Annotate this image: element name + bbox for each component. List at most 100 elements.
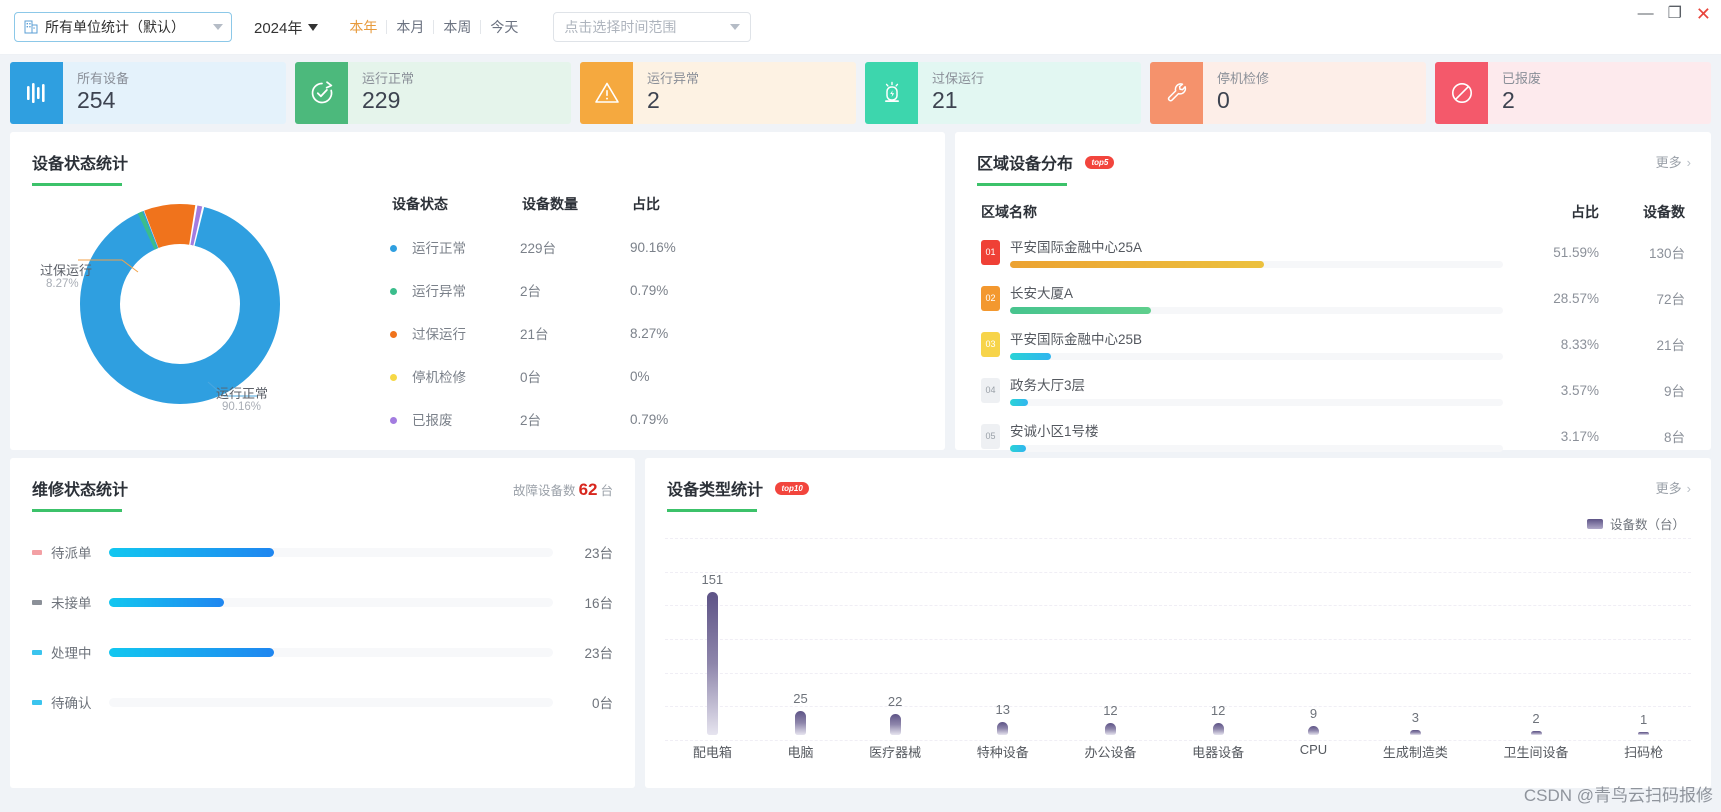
stat-card-all-devices[interactable]: 所有设备 254 bbox=[10, 62, 286, 124]
status-pct: 0% bbox=[630, 368, 650, 384]
stat-card-value: 2 bbox=[647, 87, 660, 113]
bar-shape bbox=[1212, 723, 1224, 735]
list-item: 待派单 23台 bbox=[10, 542, 635, 562]
rank-badge: 03 bbox=[981, 331, 1000, 357]
legend-dot-icon bbox=[390, 373, 397, 381]
status-pct: 90.16% bbox=[630, 239, 676, 255]
region-name: 平安国际金融中心25B bbox=[1010, 332, 1143, 347]
maintenance-value: 0台 bbox=[591, 696, 613, 711]
status-label: 运行正常 bbox=[412, 241, 466, 256]
unit-select-label: 所有单位统计（默认） bbox=[45, 19, 185, 35]
region-count: 72台 bbox=[1656, 292, 1685, 307]
status-count: 21台 bbox=[520, 327, 549, 342]
chevron-right-icon: › bbox=[1686, 481, 1691, 496]
range-tab-today[interactable]: 今天 bbox=[481, 20, 527, 34]
bar-category: 电器设备 bbox=[1192, 745, 1245, 760]
bar-value: 12 bbox=[1210, 703, 1226, 718]
bar-category: 生成制造类 bbox=[1382, 745, 1448, 760]
year-selector[interactable]: 2024年 bbox=[254, 17, 319, 38]
progress-track bbox=[109, 597, 553, 607]
bar-shape bbox=[997, 722, 1009, 735]
year-label: 2024年 bbox=[254, 19, 303, 37]
legend-dot-icon bbox=[390, 287, 397, 295]
progress-track bbox=[1010, 399, 1503, 406]
fault-unit: 台 bbox=[600, 484, 613, 498]
stat-card-scrapped[interactable]: 已报废 2 bbox=[1435, 62, 1711, 124]
wrench-icon bbox=[1150, 62, 1203, 124]
device-status-title: 设备状态统计 bbox=[32, 156, 129, 173]
region-pct: 3.17% bbox=[1560, 428, 1599, 444]
window-controls: — ❐ ✕ bbox=[1638, 5, 1711, 23]
stat-card-value: 0 bbox=[1217, 87, 1230, 113]
minimize-icon[interactable]: — bbox=[1638, 6, 1654, 22]
bar-category: 配电箱 bbox=[692, 745, 732, 760]
bars-icon bbox=[10, 62, 63, 124]
legend-dot-icon bbox=[390, 416, 397, 424]
device-status-panel: 设备状态统计 过保运行 8.27% 运行正常 90.16% 设备状态 设备数量 … bbox=[10, 132, 945, 450]
title-underline bbox=[32, 509, 122, 512]
list-item: 未接单 16台 bbox=[10, 592, 635, 612]
range-tab-month[interactable]: 本月 bbox=[387, 20, 435, 34]
bar-value: 25 bbox=[793, 691, 808, 706]
stat-card-out-of-warranty[interactable]: 过保运行 21 bbox=[865, 62, 1141, 124]
stat-card-title: 所有设备 bbox=[77, 71, 130, 86]
stat-card-abnormal[interactable]: 运行异常 2 bbox=[580, 62, 856, 124]
status-count: 2台 bbox=[520, 413, 542, 428]
device-status-donut: 过保运行 8.27% 运行正常 90.16% bbox=[10, 186, 390, 426]
bar-shape bbox=[706, 592, 718, 735]
status-label: 运行异常 bbox=[412, 284, 466, 299]
region-more-link[interactable]: 更多 › bbox=[1656, 152, 1691, 171]
list-item: 待确认 0台 bbox=[10, 692, 635, 712]
date-range-picker[interactable]: 点击选择时间范围 bbox=[553, 12, 752, 42]
region-count: 8台 bbox=[1663, 430, 1685, 445]
ban-icon bbox=[1435, 62, 1488, 124]
device-type-title-text: 设备类型统计 bbox=[667, 482, 764, 499]
range-tab-year[interactable]: 本年 bbox=[340, 20, 388, 34]
bar-category: 电脑 bbox=[787, 745, 814, 760]
legend-square-icon bbox=[32, 599, 42, 605]
close-icon[interactable]: ✕ bbox=[1696, 5, 1711, 23]
range-tab-week[interactable]: 本周 bbox=[434, 20, 482, 34]
stat-card-shutdown-repair[interactable]: 停机检修 0 bbox=[1150, 62, 1426, 124]
unit-select[interactable]: 所有单位统计（默认） bbox=[14, 12, 232, 42]
maximize-icon[interactable]: ❐ bbox=[1668, 6, 1682, 22]
progress-track bbox=[1010, 261, 1503, 268]
progress-fill bbox=[109, 597, 224, 607]
chevron-right-icon: › bbox=[1686, 155, 1691, 170]
donut-callout-top-pct: 8.27% bbox=[46, 278, 79, 290]
device-type-panel-title: 设备类型统计 top10 bbox=[645, 458, 809, 500]
chart-legend[interactable]: 设备数（台） bbox=[1586, 514, 1685, 533]
table-row: 05 安诚小区1号楼 3.17% 8台 bbox=[955, 420, 1711, 452]
bar-value: 1 bbox=[1640, 712, 1648, 727]
progress-fill bbox=[1010, 307, 1151, 314]
bar-category: 特种设备 bbox=[976, 745, 1029, 760]
stat-card-normal[interactable]: 运行正常 229 bbox=[295, 62, 571, 124]
stat-card-title: 运行异常 bbox=[647, 71, 700, 86]
status-count: 2台 bbox=[520, 284, 542, 299]
maintenance-value: 23台 bbox=[584, 546, 613, 561]
stat-card-value: 254 bbox=[77, 87, 116, 113]
region-pct: 8.33% bbox=[1560, 336, 1599, 352]
progress-fill bbox=[109, 547, 274, 557]
chevron-down-icon bbox=[730, 24, 741, 30]
table-row: 已报废 2台 0.79% bbox=[390, 409, 945, 429]
bar-value: 151 bbox=[701, 572, 724, 587]
rank-badge: 05 bbox=[981, 423, 1000, 449]
bar-shape bbox=[794, 711, 806, 735]
building-icon bbox=[23, 19, 39, 35]
device-status-content: 过保运行 8.27% 运行正常 90.16% 设备状态 设备数量 占比 运行正常… bbox=[10, 186, 945, 429]
bar-value: 22 bbox=[887, 694, 903, 709]
table-row: 01 平安国际金融中心25A 51.59% 130台 bbox=[955, 236, 1711, 268]
donut-callout-bottom-label: 运行正常 bbox=[216, 386, 269, 401]
stat-cards: 所有设备 254 运行正常 229 运行异常 2 过保运行 21 停机检修 0 … bbox=[0, 55, 1721, 124]
status-pct: 0.79% bbox=[630, 411, 669, 427]
legend-square-icon bbox=[32, 649, 42, 655]
device-type-more-link[interactable]: 更多 › bbox=[1656, 478, 1691, 497]
progress-fill bbox=[1010, 399, 1028, 406]
region-title-text: 区域设备分布 bbox=[977, 156, 1074, 173]
region-count: 9台 bbox=[1663, 384, 1685, 399]
progress-track bbox=[1010, 445, 1503, 452]
region-name: 政务大厅3层 bbox=[1010, 378, 1086, 393]
table-row: 02 长安大厦A 28.57% 72台 bbox=[955, 282, 1711, 314]
region-name: 平安国际金融中心25A bbox=[1010, 240, 1143, 255]
